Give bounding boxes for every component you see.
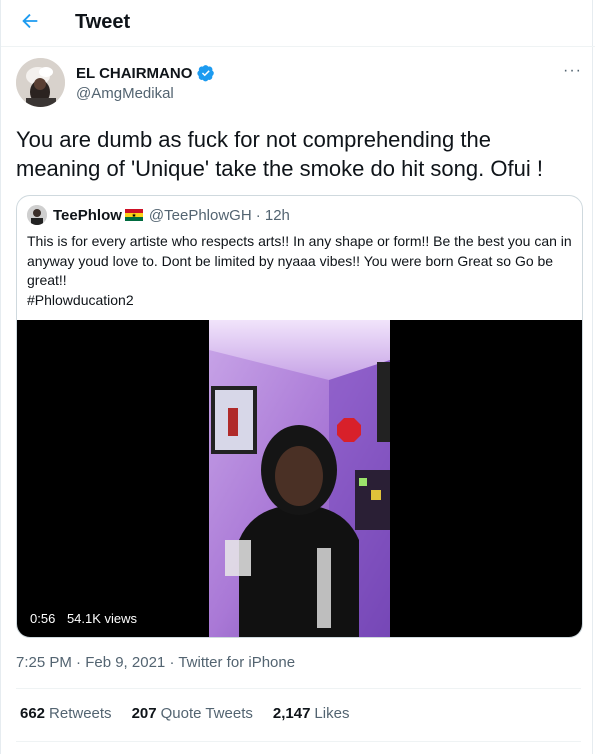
ghana-flag-icon [124, 209, 143, 221]
author-handle[interactable]: @AmgMedikal [76, 85, 174, 102]
likes-stat[interactable]: 2,147 Likes [273, 705, 350, 722]
video-thumbnail [209, 320, 390, 637]
verified-badge-icon [197, 65, 215, 82]
video-duration: 0:56 [30, 611, 56, 626]
author-name[interactable]: EL CHAIRMANO [76, 65, 192, 82]
quote-tweets-stat[interactable]: 207 Quote Tweets [132, 705, 253, 722]
tweet-meta: 7:25 PM · Feb 9, 2021 · Twitter for iPho… [16, 654, 295, 671]
author-avatar[interactable] [16, 58, 65, 107]
quoted-author-handle: @TeePhlowGH [148, 206, 252, 224]
quotes-count: 207 [131, 705, 157, 722]
page-title: Tweet [75, 11, 131, 33]
quoted-tweet[interactable]: TeePhlow @TeePhlowGH · 12h This is for e… [16, 195, 583, 638]
tweet-page: Tweet EL CHAIRMANO @AmgMedikal ··· You a… [0, 0, 595, 754]
meta-separator: · [169, 654, 179, 671]
author-name-row: EL CHAIRMANO [76, 64, 215, 82]
tweet-timestamp[interactable]: 7:25 PM · Feb 9, 2021 [16, 654, 165, 671]
avatar-image [16, 58, 65, 107]
likes-label: Likes [314, 705, 350, 722]
quotes-label: Quote Tweets [160, 705, 253, 722]
back-button[interactable] [19, 10, 45, 36]
quoted-tweet-time: · 12h [255, 206, 290, 224]
page-header: Tweet [1, 0, 595, 47]
tweet-source[interactable]: Twitter for iPhone [178, 654, 295, 671]
tweet-text: You are dumb as fuck for not comprehendi… [16, 127, 543, 181]
divider [16, 741, 581, 742]
retweets-label: Retweets [49, 705, 112, 722]
quoted-tweet-header: TeePhlow @TeePhlowGH · 12h [27, 205, 290, 225]
divider [16, 688, 581, 689]
arrow-left-icon [22, 13, 38, 29]
tweet-stats: 662 Retweets 207 Quote Tweets 2,147 Likes [20, 705, 369, 722]
quoted-author-avatar [27, 205, 47, 225]
retweets-count: 662 [20, 705, 46, 722]
more-options-icon[interactable]: ··· [563, 62, 585, 80]
retweets-stat[interactable]: 662 Retweets [20, 705, 112, 722]
likes-count: 2,147 [272, 705, 311, 722]
quoted-author-name: TeePhlow [53, 206, 122, 224]
quoted-tweet-text: This is for every artiste who respects a… [27, 233, 572, 308]
video-views: 54.1K views [66, 611, 138, 626]
video-player[interactable]: 0:56 54.1K views [17, 320, 582, 637]
video-overlay: 0:56 54.1K views [30, 611, 137, 626]
